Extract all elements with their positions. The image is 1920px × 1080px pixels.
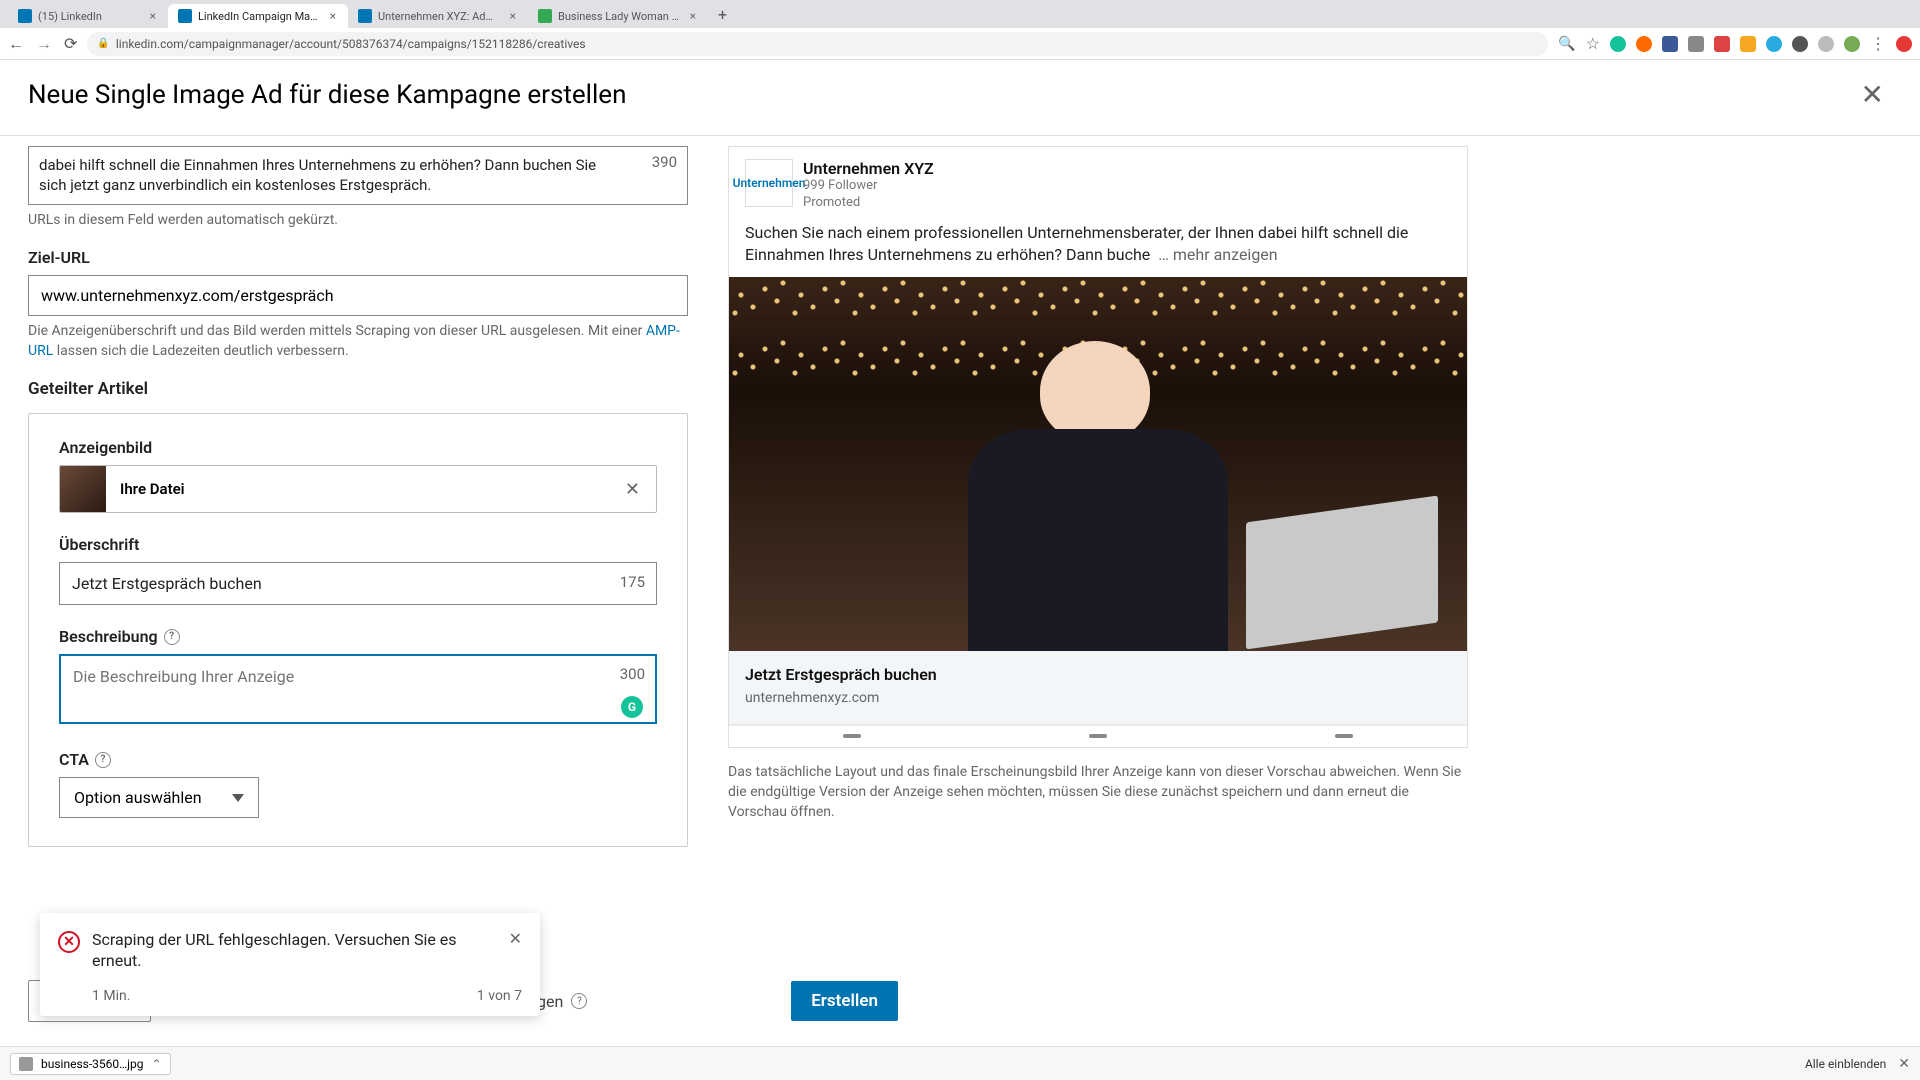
- extension-icon[interactable]: [1662, 36, 1678, 52]
- tab-close-icon[interactable]: ×: [148, 9, 158, 23]
- browser-toolbar: ← → ⟳ 🔒 linkedin.com/campaignmanager/acc…: [0, 28, 1920, 60]
- tab-label: Unternehmen XYZ: Administr…: [378, 10, 502, 23]
- url-helper-text: Die Anzeigenüberschrift und das Bild wer…: [28, 322, 688, 361]
- headline-input-wrap: 175: [59, 562, 657, 605]
- intro-helper-text: URLs in diesem Feld werden automatisch g…: [28, 211, 688, 231]
- image-label: Anzeigenbild: [59, 438, 657, 457]
- show-more-link[interactable]: … mehr anzeigen: [1158, 245, 1277, 264]
- new-tab-button[interactable]: +: [708, 5, 737, 24]
- tab-label: LinkedIn Campaign Manager: [198, 10, 322, 23]
- dismiss-toast-button[interactable]: ✕: [509, 929, 522, 948]
- close-button[interactable]: ✕: [1853, 74, 1892, 115]
- notification-icon[interactable]: [1896, 36, 1912, 52]
- browser-tab-strip: (15) LinkedIn × LinkedIn Campaign Manager…: [0, 0, 1920, 28]
- tab-close-icon[interactable]: ×: [688, 9, 698, 23]
- forward-button[interactable]: →: [36, 34, 52, 54]
- preview-followers: 999 Follower: [803, 178, 934, 195]
- tab-label: (15) LinkedIn: [38, 10, 142, 23]
- toast-message: Scraping der URL fehlgeschlagen. Versuch…: [92, 929, 497, 972]
- preview-intro-text: Suchen Sie nach einem professionellen Un…: [729, 222, 1467, 277]
- download-shelf: business-3560…jpg ⌃ Alle einblenden ✕: [0, 1046, 1920, 1080]
- browser-tab[interactable]: (15) LinkedIn ×: [8, 4, 168, 28]
- url-text: linkedin.com/campaignmanager/account/508…: [116, 37, 586, 51]
- image-chip-label: Ihre Datei: [106, 480, 609, 498]
- preview-disclaimer: Das tatsächliche Layout und das finale E…: [728, 762, 1468, 823]
- linkedin-favicon: [358, 9, 372, 23]
- browser-tab-active[interactable]: LinkedIn Campaign Manager ×: [168, 4, 348, 28]
- browser-tab[interactable]: Unternehmen XYZ: Administr… ×: [348, 4, 528, 28]
- extension-icons: 🔍 ☆ ⋮: [1558, 34, 1912, 53]
- address-bar[interactable]: 🔒 linkedin.com/campaignmanager/account/5…: [87, 32, 1548, 56]
- cta-dropdown[interactable]: Option auswählen: [59, 777, 259, 818]
- extension-icon[interactable]: [1818, 36, 1834, 52]
- shared-article-label: Geteilter Artikel: [28, 379, 688, 399]
- description-input-wrap: 300 G: [59, 654, 657, 728]
- tab-close-icon[interactable]: ×: [328, 9, 338, 23]
- help-icon[interactable]: ?: [164, 629, 180, 645]
- help-icon[interactable]: ?: [95, 752, 111, 768]
- destination-url-input[interactable]: [28, 275, 688, 316]
- download-filename: business-3560…jpg: [41, 1057, 144, 1071]
- menu-icon[interactable]: ⋮: [1870, 34, 1886, 53]
- cta-selected-value: Option auswählen: [74, 788, 202, 807]
- linkedin-favicon: [18, 9, 32, 23]
- preview-company-name: Unternehmen XYZ: [803, 159, 934, 178]
- url-label: Ziel-URL: [28, 248, 688, 267]
- profile-avatar[interactable]: [1844, 36, 1860, 52]
- extension-icon[interactable]: [1766, 36, 1782, 52]
- char-counter: 175: [620, 573, 645, 591]
- tab-close-icon[interactable]: ×: [508, 9, 518, 23]
- preview-social-bar: [729, 725, 1467, 747]
- toast-count: 1 von 7: [477, 988, 522, 1004]
- description-input[interactable]: [59, 654, 657, 724]
- ad-preview-card: Unternehmen Unternehmen XYZ 999 Follower…: [728, 146, 1468, 748]
- reload-button[interactable]: ⟳: [64, 34, 77, 54]
- close-download-shelf-button[interactable]: ✕: [1898, 1056, 1910, 1072]
- dialog-header: Neue Single Image Ad für diese Kampagne …: [0, 60, 1920, 136]
- uploaded-image-chip: Ihre Datei ✕: [59, 465, 657, 513]
- tab-label: Business Lady Woman · Free …: [558, 10, 682, 23]
- download-item[interactable]: business-3560…jpg ⌃: [10, 1053, 171, 1075]
- image-favicon: [538, 9, 552, 23]
- url-input-field[interactable]: [41, 286, 625, 305]
- preview-promoted-label: Promoted: [803, 195, 934, 212]
- toast-time: 1 Min.: [92, 988, 130, 1004]
- intro-text-input[interactable]: dabei hilft schnell die Einnahmen Ihres …: [28, 146, 688, 205]
- browser-tab[interactable]: Business Lady Woman · Free … ×: [528, 4, 708, 28]
- remove-image-button[interactable]: ✕: [609, 479, 656, 500]
- preview-ad-image: [729, 277, 1467, 651]
- extension-icon[interactable]: [1636, 36, 1652, 52]
- linkedin-favicon: [178, 9, 192, 23]
- description-label: Beschreibung ?: [59, 627, 657, 646]
- chevron-up-icon[interactable]: ⌃: [152, 1057, 162, 1071]
- help-icon[interactable]: ?: [571, 993, 587, 1009]
- extension-icon[interactable]: [1610, 36, 1626, 52]
- image-thumbnail: [60, 466, 106, 512]
- preview-headline: Jetzt Erstgespräch buchen: [745, 665, 1451, 684]
- file-icon: [19, 1057, 33, 1071]
- page-title: Neue Single Image Ad für diese Kampagne …: [28, 80, 626, 110]
- extension-icon[interactable]: [1688, 36, 1704, 52]
- char-counter: 390: [652, 153, 677, 171]
- intro-text-value: dabei hilft schnell die Einnahmen Ihres …: [39, 155, 677, 196]
- preview-domain: unternehmenxyz.com: [745, 690, 1451, 706]
- lock-icon: 🔒: [97, 38, 109, 49]
- chevron-down-icon: [232, 794, 244, 802]
- extension-icon[interactable]: [1714, 36, 1730, 52]
- extension-icon[interactable]: [1740, 36, 1756, 52]
- back-button[interactable]: ←: [8, 34, 24, 54]
- shared-article-panel: Anzeigenbild Ihre Datei ✕ Überschrift 17…: [28, 413, 688, 847]
- headline-label: Überschrift: [59, 535, 657, 554]
- error-icon: ✕: [58, 931, 80, 953]
- extension-icon[interactable]: [1792, 36, 1808, 52]
- create-button[interactable]: Erstellen: [791, 981, 898, 1021]
- company-logo-placeholder: Unternehmen: [745, 159, 793, 207]
- cta-label: CTA ?: [59, 750, 657, 769]
- show-all-downloads-button[interactable]: Alle einblenden: [1805, 1057, 1886, 1071]
- headline-input[interactable]: [59, 562, 657, 605]
- star-icon[interactable]: ☆: [1586, 34, 1600, 53]
- error-toast: ✕ Scraping der URL fehlgeschlagen. Versu…: [40, 913, 540, 1016]
- zoom-icon[interactable]: 🔍: [1558, 36, 1575, 52]
- char-counter: 300: [620, 665, 645, 683]
